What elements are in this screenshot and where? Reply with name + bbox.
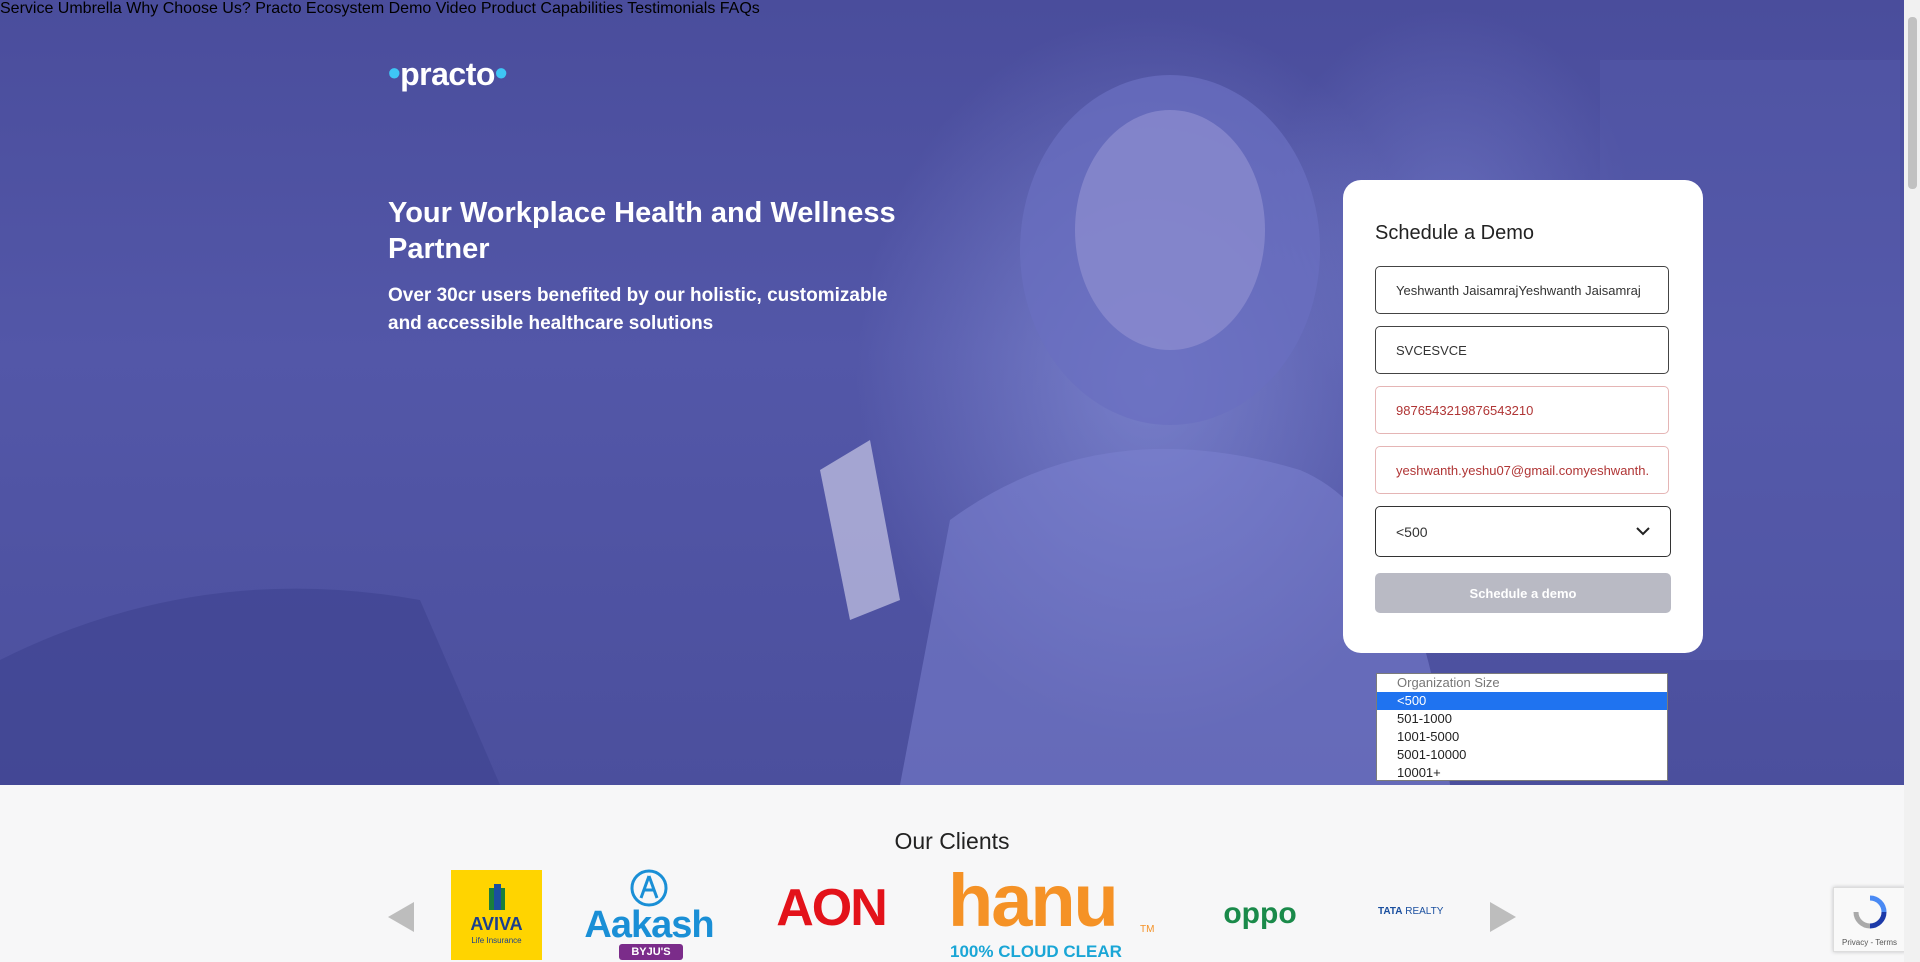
- option-organization-size[interactable]: Organization Size: [1377, 674, 1667, 692]
- option-10001-plus[interactable]: 10001+: [1377, 764, 1667, 782]
- option-1001-5000[interactable]: 1001-5000: [1377, 728, 1667, 746]
- scrollbar-thumb[interactable]: [1908, 17, 1917, 189]
- carousel-next-arrow-icon[interactable]: [1490, 902, 1516, 932]
- aakash-emblem-icon: [630, 869, 668, 907]
- chevron-down-icon: [1636, 527, 1650, 536]
- form-title: Schedule a Demo: [1375, 222, 1534, 244]
- practo-logo[interactable]: •practo•: [388, 52, 508, 94]
- name-input[interactable]: [1375, 266, 1669, 314]
- schedule-demo-button[interactable]: Schedule a demo: [1375, 573, 1671, 613]
- hanu-tagline: 100% CLOUD CLEAR: [950, 942, 1122, 961]
- hero-headline: Your Workplace Health and Wellness Partn…: [388, 197, 896, 265]
- recaptcha-badge[interactable]: Privacy - Terms: [1833, 887, 1906, 952]
- option-5001-10000[interactable]: 5001-10000: [1377, 746, 1667, 764]
- option-under-500[interactable]: <500: [1377, 692, 1667, 710]
- logo-text: practo: [400, 56, 495, 92]
- client-logo-aon: AON: [776, 879, 888, 937]
- aviva-subtext: Life Insurance: [471, 936, 522, 945]
- recaptcha-icon: [1853, 895, 1887, 929]
- email-input[interactable]: [1375, 446, 1669, 494]
- phone-input[interactable]: [1375, 386, 1669, 434]
- clients-section-title: Our Clients: [894, 828, 1010, 854]
- hanu-text: hanu: [948, 859, 1119, 942]
- organization-size-select[interactable]: <500: [1375, 506, 1671, 557]
- byjus-badge: BYJU'S: [619, 944, 683, 960]
- aviva-text: AVIVA: [470, 914, 523, 934]
- schedule-demo-card: Schedule a Demo <500 Schedule a demo: [1343, 180, 1703, 653]
- client-logo-oppo: oppo: [1223, 897, 1297, 930]
- client-logo-aviva: AVIVA Life Insurance: [451, 870, 542, 960]
- aakash-text: Aakash: [584, 904, 714, 946]
- client-logo-tata-realty: TATA REALTY: [1378, 906, 1452, 922]
- organization-size-dropdown: Organization Size <500 501-1000 1001-500…: [1376, 673, 1668, 781]
- realty-text: REALTY: [1405, 906, 1444, 917]
- hero-banner: •practo• Service Umbrella Why Choose Us?…: [0, 0, 1904, 785]
- recaptcha-links[interactable]: Privacy - Terms: [1834, 938, 1905, 947]
- carousel-prev-arrow-icon[interactable]: [388, 902, 414, 932]
- organization-input[interactable]: [1375, 326, 1669, 374]
- hanu-trademark: TM: [1140, 924, 1155, 935]
- option-501-1000[interactable]: 501-1000: [1377, 710, 1667, 728]
- hero-subline: Over 30cr users benefited by our holisti…: [388, 285, 888, 334]
- client-logo-hanu: hanu TM 100% CLOUD CLEAR: [948, 859, 1158, 962]
- tata-text: TATA: [1378, 906, 1403, 917]
- page-scrollbar[interactable]: [1904, 0, 1920, 962]
- organization-size-value: <500: [1396, 523, 1428, 540]
- client-logo-aakash: Aakash BYJU'S: [583, 868, 715, 962]
